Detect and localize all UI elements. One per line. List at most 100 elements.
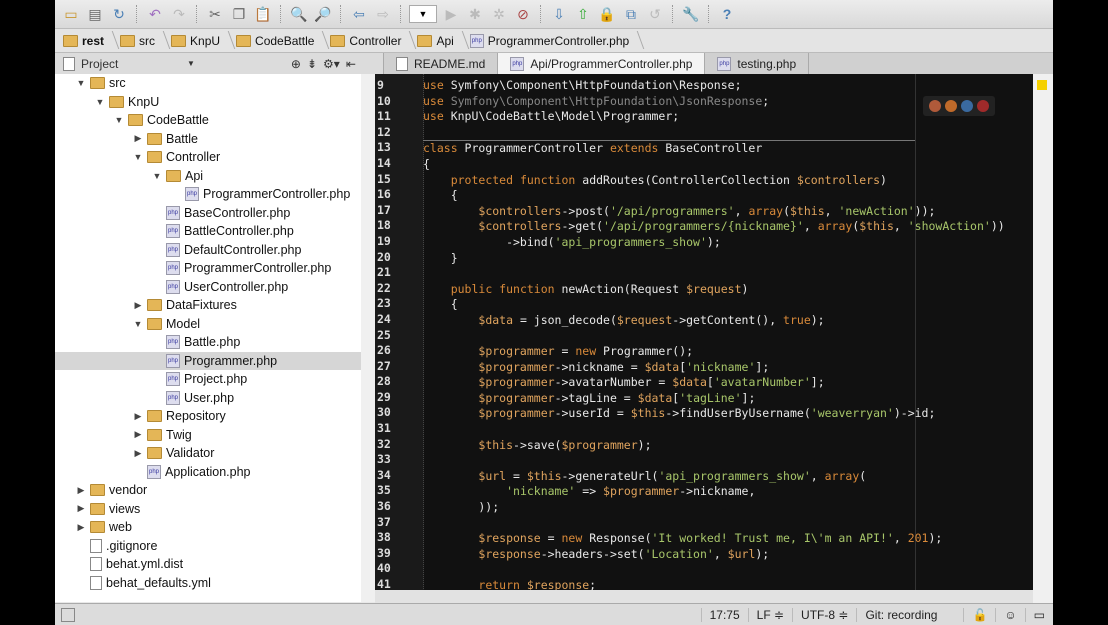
expanded-arrow-icon[interactable]: ▼ bbox=[95, 97, 105, 107]
tree-item[interactable]: php BaseController.php bbox=[55, 204, 361, 223]
redo-icon[interactable]: ↷ bbox=[169, 4, 189, 24]
opera-icon[interactable] bbox=[977, 100, 989, 112]
tree-item[interactable]: ▶ web bbox=[55, 518, 361, 537]
inspector-icon[interactable]: ☺ bbox=[995, 607, 1024, 622]
tree-item[interactable]: .gitignore bbox=[55, 537, 361, 556]
tree-item[interactable]: ▶ Validator bbox=[55, 444, 361, 463]
tree-item[interactable]: php Programmer.php bbox=[55, 351, 361, 370]
expanded-arrow-icon[interactable]: ▼ bbox=[133, 319, 143, 329]
expanded-arrow-icon[interactable]: ▼ bbox=[152, 171, 162, 181]
save-icon[interactable]: ▤ bbox=[85, 4, 105, 24]
collapsed-arrow-icon[interactable]: ▶ bbox=[76, 485, 86, 496]
collapse-all-icon[interactable]: ⇟ bbox=[307, 57, 317, 71]
tree-item[interactable]: behat_defaults.yml bbox=[55, 574, 361, 593]
tree-item[interactable]: ▶ DataFixtures bbox=[55, 296, 361, 315]
expanded-arrow-icon[interactable]: ▼ bbox=[133, 152, 143, 162]
gear-icon[interactable]: ⚙▾ bbox=[323, 57, 340, 71]
sync-icon[interactable]: ↻ bbox=[109, 4, 129, 24]
run-config-dropdown[interactable]: ▼ bbox=[409, 5, 437, 23]
tree-item[interactable]: ▼ Controller bbox=[55, 148, 361, 167]
stop-debug-icon[interactable]: ⊘ bbox=[513, 4, 533, 24]
lock-icon[interactable]: 🔓 bbox=[963, 607, 995, 622]
code-content[interactable]: use Symfony\Component\HttpFoundation\Res… bbox=[423, 78, 1005, 594]
hide-panel-icon[interactable]: ⇤ bbox=[346, 57, 356, 71]
firefox-icon[interactable] bbox=[945, 100, 957, 112]
scroll-from-source-icon[interactable]: ⊕ bbox=[291, 57, 301, 71]
tree-item[interactable]: php UserController.php bbox=[55, 278, 361, 297]
breadcrumb-item[interactable]: CodeBattle bbox=[236, 34, 326, 48]
replace-icon[interactable]: 🔎 bbox=[313, 4, 333, 24]
tab-api-programmercontroller-php[interactable]: php Api/ProgrammerController.php bbox=[498, 53, 706, 74]
debug-icon[interactable]: ✱ bbox=[465, 4, 485, 24]
vcs-update-icon[interactable]: ⇩ bbox=[549, 4, 569, 24]
collapsed-arrow-icon[interactable]: ▶ bbox=[133, 300, 143, 311]
breadcrumb-item[interactable]: Api bbox=[417, 34, 465, 48]
project-view-dropdown[interactable]: Project bbox=[81, 57, 181, 71]
tree-item[interactable]: ▶ Twig bbox=[55, 426, 361, 445]
vcs-lock-icon[interactable]: 🔒 bbox=[597, 4, 617, 24]
collapsed-arrow-icon[interactable]: ▶ bbox=[133, 429, 143, 440]
tree-item[interactable]: php Project.php bbox=[55, 370, 361, 389]
expanded-arrow-icon[interactable]: ▼ bbox=[114, 115, 124, 125]
chevron-down-icon[interactable]: ▼ bbox=[187, 59, 195, 68]
collapsed-arrow-icon[interactable]: ▶ bbox=[133, 448, 143, 459]
collapsed-arrow-icon[interactable]: ▶ bbox=[133, 133, 143, 144]
collapsed-arrow-icon[interactable]: ▶ bbox=[76, 503, 86, 514]
tree-item[interactable]: php DefaultController.php bbox=[55, 241, 361, 260]
vcs-branch[interactable]: Git: recording bbox=[856, 607, 963, 622]
caret-position[interactable]: 17:75 bbox=[700, 607, 748, 622]
tree-item[interactable]: php User.php bbox=[55, 389, 361, 408]
vcs-compare-icon[interactable]: ⧉ bbox=[621, 4, 641, 24]
breadcrumb-item[interactable]: Controller bbox=[330, 34, 413, 48]
tree-item[interactable]: ▶ Battle bbox=[55, 130, 361, 149]
collapsed-arrow-icon[interactable]: ▶ bbox=[133, 411, 143, 422]
open-folder-icon[interactable]: ▭ bbox=[61, 4, 81, 24]
help-icon[interactable]: ? bbox=[717, 4, 737, 24]
tree-item[interactable]: php ProgrammerController.php bbox=[55, 259, 361, 278]
tree-item[interactable]: ▼ KnpU bbox=[55, 93, 361, 112]
breadcrumb-item[interactable]: php ProgrammerController.php bbox=[469, 33, 641, 48]
tree-item[interactable]: ▼ Api bbox=[55, 167, 361, 186]
breadcrumb-item[interactable]: src bbox=[120, 34, 167, 48]
tree-item[interactable]: ▼ src bbox=[55, 74, 361, 93]
tree-item[interactable]: ▼ CodeBattle bbox=[55, 111, 361, 130]
copy-icon[interactable]: ❐ bbox=[229, 4, 249, 24]
cut-icon[interactable]: ✂ bbox=[205, 4, 225, 24]
editor-horizontal-scrollbar[interactable] bbox=[375, 590, 1033, 603]
undo-icon[interactable]: ↶ bbox=[145, 4, 165, 24]
event-log-icon[interactable]: ▭ bbox=[1024, 607, 1053, 622]
tab-testing-php[interactable]: php testing.php bbox=[705, 53, 810, 74]
editor-error-stripe[interactable] bbox=[1033, 74, 1053, 603]
code-editor[interactable]: 9 10 11 12 13 14 15 16 17 18 19 20 21 22 23 24 25 26 27 28 2… bbox=[375, 74, 1033, 607]
tool-windows-icon[interactable] bbox=[61, 607, 75, 622]
file-encoding[interactable]: UTF-8 ≑ bbox=[792, 607, 856, 622]
tree-item[interactable]: php Application.php bbox=[55, 463, 361, 482]
back-icon[interactable]: ⇦ bbox=[349, 4, 369, 24]
settings-wrench-icon[interactable]: 🔧 bbox=[681, 4, 701, 24]
vcs-commit-icon[interactable]: ⇧ bbox=[573, 4, 593, 24]
tree-item[interactable]: ▼ Model bbox=[55, 315, 361, 334]
chrome-icon[interactable] bbox=[929, 100, 941, 112]
breadcrumb-item[interactable]: KnpU bbox=[171, 34, 232, 48]
tree-item[interactable]: ▶ Repository bbox=[55, 407, 361, 426]
tree-item[interactable]: php Battle.php bbox=[55, 333, 361, 352]
collapsed-arrow-icon[interactable]: ▶ bbox=[76, 522, 86, 533]
safari-icon[interactable] bbox=[961, 100, 973, 112]
tree-scrollbar[interactable] bbox=[361, 74, 376, 602]
coverage-icon[interactable]: ✲ bbox=[489, 4, 509, 24]
run-icon[interactable]: ▶ bbox=[441, 4, 461, 24]
tree-item[interactable]: ▶ vendor bbox=[55, 481, 361, 500]
tree-item-label: BattleController.php bbox=[184, 224, 294, 239]
forward-icon[interactable]: ⇨ bbox=[373, 4, 393, 24]
tree-item[interactable]: php ProgrammerController.php bbox=[55, 185, 361, 204]
tree-item[interactable]: ▶ views bbox=[55, 500, 361, 519]
expanded-arrow-icon[interactable]: ▼ bbox=[76, 78, 86, 88]
breadcrumb-item[interactable]: rest bbox=[63, 34, 116, 48]
vcs-revert-icon[interactable]: ↺ bbox=[645, 4, 665, 24]
tree-item[interactable]: php BattleController.php bbox=[55, 222, 361, 241]
tab-readme-md[interactable]: README.md bbox=[384, 53, 499, 74]
tree-item[interactable]: behat.yml.dist bbox=[55, 555, 361, 574]
line-separator[interactable]: LF ≑ bbox=[747, 607, 792, 622]
paste-icon[interactable]: 📋 bbox=[253, 4, 273, 24]
find-icon[interactable]: 🔍 bbox=[289, 4, 309, 24]
